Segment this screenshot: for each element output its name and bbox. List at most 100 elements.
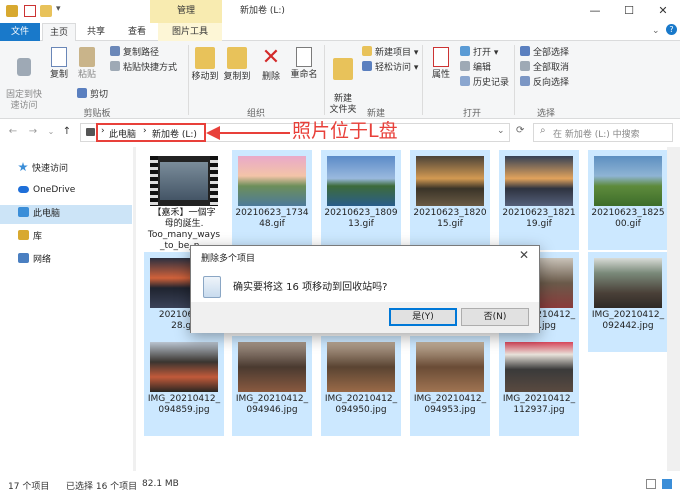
select-none-button[interactable]: 全部取消 — [520, 61, 569, 74]
ribbon-expand-icon[interactable]: ⌄ — [652, 26, 660, 36]
cut-label: 剪切 — [90, 90, 109, 100]
recent-chevron-icon[interactable]: ⌄ — [44, 125, 58, 139]
select-none-label: 全部取消 — [533, 63, 570, 73]
scissors-icon — [77, 88, 87, 98]
easy-access-icon — [362, 61, 372, 71]
large-icons-view-icon[interactable] — [662, 479, 672, 489]
paste-shortcut-button[interactable]: 粘贴快捷方式 — [110, 61, 177, 74]
file-tile[interactable]: 20210623_1809 13.gif — [321, 150, 401, 250]
content-scrollbar[interactable] — [667, 147, 680, 471]
tab-share[interactable]: 共享 — [78, 23, 114, 41]
new-item-label: 新建项目 ▾ — [375, 48, 419, 58]
file-name: IMG_20210412_ 094950.jpg — [324, 394, 398, 415]
file-tile[interactable]: 20210623_1825 00.gif — [588, 150, 668, 250]
edit-icon — [460, 61, 470, 71]
tab-picture-tools[interactable]: 图片工具 — [158, 23, 222, 41]
file-tile[interactable]: 20210623_1734 48.gif — [232, 150, 312, 250]
file-name: IMG_20210412_ 094859.jpg — [147, 394, 221, 415]
image-thumbnail — [505, 156, 573, 206]
maximize-button[interactable]: ☐ — [612, 0, 646, 23]
sidebar-item-onedrive[interactable]: OneDrive — [0, 181, 132, 200]
new-folder-quick-icon[interactable] — [40, 5, 52, 17]
file-tile[interactable]: IMG_20210412_ 094859.jpg — [144, 336, 224, 436]
file-name: 20210623_1820 15.gif — [413, 208, 487, 229]
file-tile[interactable]: 20210623_1821 19.gif — [499, 150, 579, 250]
up-arrow-icon[interactable]: ↑ — [60, 125, 74, 139]
open-label: 打开 ▾ — [473, 48, 499, 58]
delete-button[interactable]: ✕ 删除 — [258, 47, 284, 83]
clipboard-group-label: 剪贴板 — [83, 109, 111, 119]
sidebar-item-libraries[interactable]: 库 — [0, 228, 132, 247]
tab-view[interactable]: 查看 — [118, 23, 156, 41]
copy-to-button[interactable]: 复制到 — [222, 47, 252, 83]
copy-path-button[interactable]: 复制路径 — [110, 46, 159, 59]
properties-button[interactable]: 属性 — [426, 47, 456, 81]
move-folder-icon — [195, 47, 215, 69]
sidebar-item-network[interactable]: 网络 — [0, 251, 132, 270]
pin-quick-access-button[interactable]: 固定到快 速访问 — [4, 47, 44, 112]
select-all-icon — [520, 46, 530, 56]
copy-path-icon — [110, 46, 120, 56]
clipboard-icon — [79, 47, 95, 67]
details-view-icon[interactable] — [646, 479, 656, 489]
file-tile[interactable]: 20210623_1820 15.gif — [410, 150, 490, 250]
select-group-label: 选择 — [536, 109, 555, 119]
sidebar-item-this-pc[interactable]: 此电脑 — [0, 205, 132, 224]
file-tile[interactable]: IMG_20210412_ 094950.jpg — [321, 336, 401, 436]
open-button[interactable]: 打开 ▾ — [460, 46, 498, 59]
tab-file[interactable]: 文件 — [0, 23, 40, 41]
file-tile[interactable]: IMG_20210412_ 112937.jpg — [499, 336, 579, 436]
help-icon[interactable]: ? — [666, 24, 677, 35]
select-all-label: 全部选择 — [533, 48, 570, 58]
image-thumbnail — [416, 156, 484, 206]
paste-button[interactable]: 粘贴 — [74, 47, 100, 81]
history-button[interactable]: 历史记录 — [460, 76, 509, 89]
delete-label: 删除 — [261, 72, 280, 82]
address-dropdown-icon[interactable]: ⌄ — [497, 126, 505, 136]
easy-access-button[interactable]: 轻松访问 ▾ — [362, 61, 418, 74]
edit-label: 编辑 — [473, 63, 492, 73]
refresh-icon[interactable]: ⟳ — [516, 125, 524, 136]
chevron-down-icon[interactable]: ▾ — [56, 4, 61, 14]
file-tile[interactable]: IMG_20210412_ 092442.jpg — [588, 252, 668, 352]
ribbon-separator — [324, 45, 325, 115]
tab-home[interactable]: 主页 — [42, 23, 76, 42]
rename-button[interactable]: 重命名 — [288, 47, 320, 81]
invert-selection-icon — [520, 76, 530, 86]
new-item-button[interactable]: 新建项目 ▾ — [362, 46, 418, 59]
new-folder-button[interactable]: 新建 文件夹 — [328, 47, 358, 116]
sidebar-scrollbar[interactable] — [133, 147, 136, 471]
minimize-button[interactable]: — — [578, 0, 612, 23]
invert-selection-button[interactable]: 反向选择 — [520, 76, 569, 89]
back-arrow-icon[interactable]: ← — [6, 125, 20, 139]
network-icon — [18, 253, 29, 263]
properties-quick-icon[interactable] — [24, 5, 36, 17]
dialog-title: 删除多个项目 — [201, 254, 256, 264]
no-button[interactable]: 否(N) — [461, 308, 529, 326]
paste-shortcut-label: 粘贴快捷方式 — [123, 63, 178, 73]
cut-button[interactable]: 剪切 — [77, 88, 108, 101]
file-tile[interactable]: IMG_20210412_ 094953.jpg — [410, 336, 490, 436]
copy-label: 复制 — [49, 70, 68, 80]
drive-icon — [86, 128, 95, 136]
yes-button[interactable]: 是(Y) — [389, 308, 457, 326]
forward-arrow-icon[interactable]: → — [26, 125, 40, 139]
search-icon: ⌕ — [540, 125, 546, 136]
edit-button[interactable]: 编辑 — [460, 61, 491, 74]
sidebar-item-label: 快速访问 — [32, 164, 69, 174]
copy-button[interactable]: 复制 — [46, 47, 72, 81]
ribbon-separator — [188, 45, 189, 115]
file-tile[interactable]: IMG_20210412_ 094946.jpg — [232, 336, 312, 436]
file-tile[interactable]: 【嘉禾】一個字 母的誕生. Too_many_ways _to_be_n... — [144, 150, 224, 251]
move-to-button[interactable]: 移动到 — [190, 47, 220, 83]
select-all-button[interactable]: 全部选择 — [520, 46, 569, 59]
file-name: 20210623_1809 13.gif — [324, 208, 398, 229]
file-name: IMG_20210412_ 094946.jpg — [235, 394, 309, 415]
manage-context-tab[interactable]: 管理 — [150, 0, 222, 23]
close-window-button[interactable]: ✕ — [646, 0, 680, 23]
select-none-icon — [520, 61, 530, 71]
sidebar-item-quick-access[interactable]: 快速访问 — [0, 160, 132, 179]
new-item-icon — [362, 46, 372, 56]
dialog-close-button[interactable]: ✕ — [519, 248, 529, 262]
copy-path-label: 复制路径 — [123, 48, 160, 58]
